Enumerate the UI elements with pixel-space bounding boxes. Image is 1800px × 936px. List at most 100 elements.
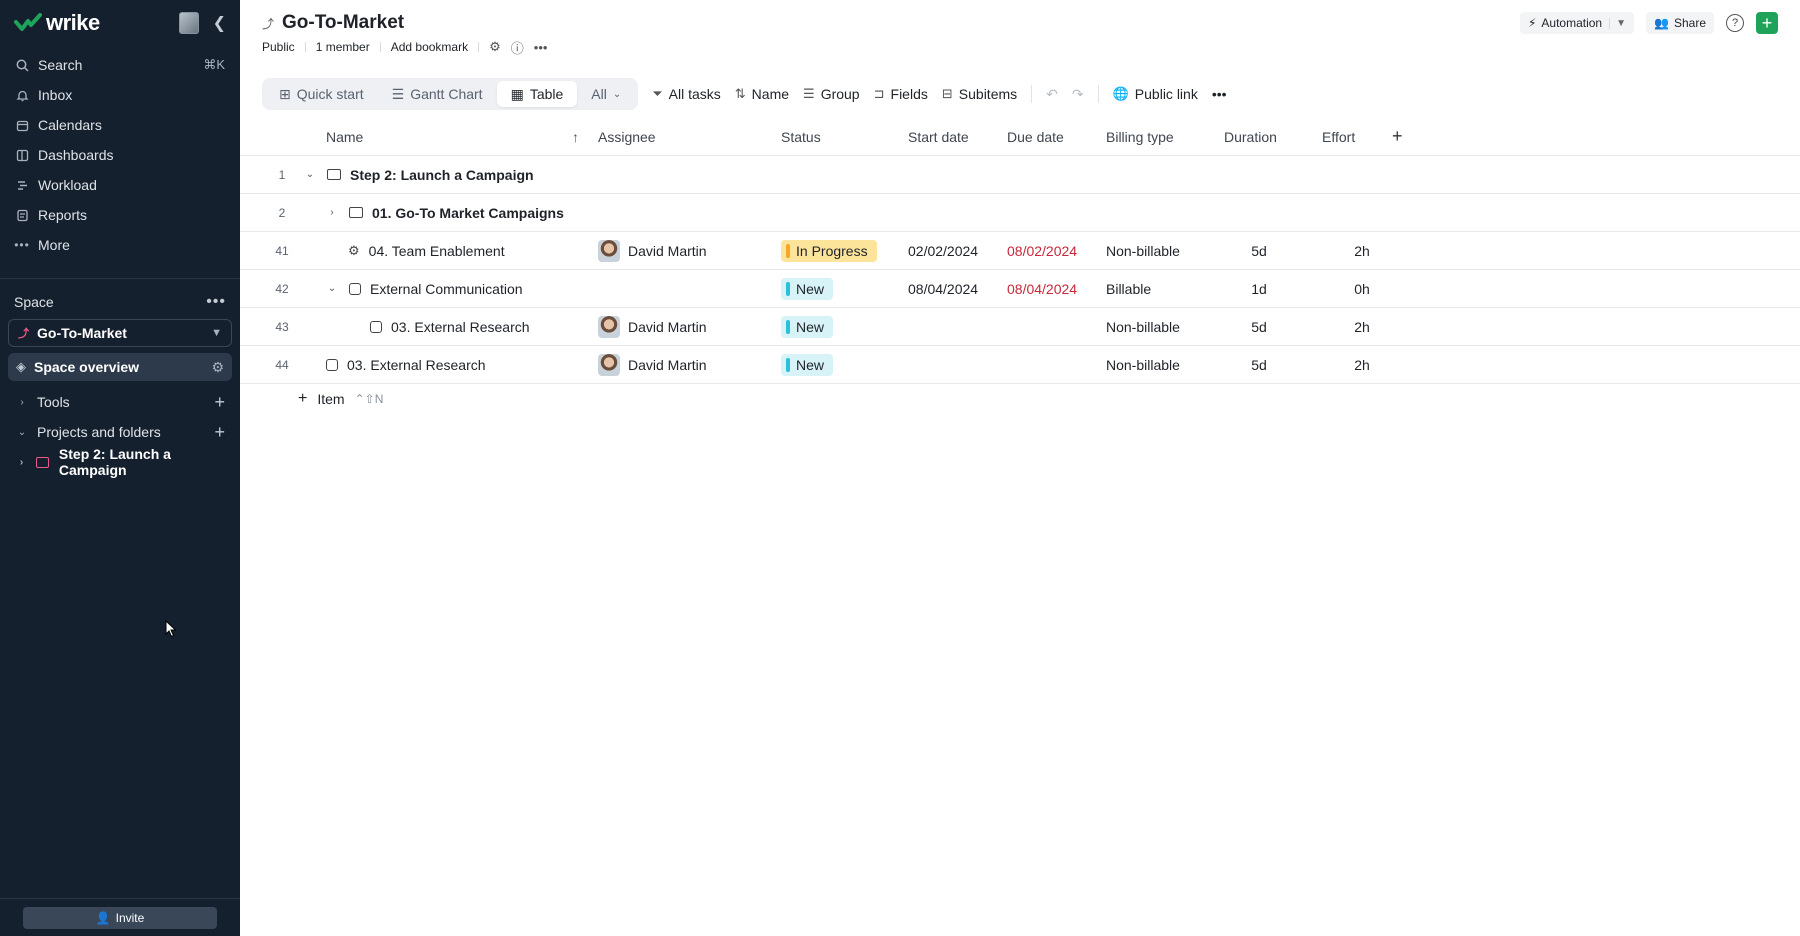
tab-quick-start[interactable]: ⊞ Quick start bbox=[265, 81, 378, 107]
sidebar-item-projects[interactable]: ⌄ Projects and folders + bbox=[0, 417, 240, 447]
assignee-cell[interactable]: David Martin bbox=[598, 239, 707, 262]
add-bookmark-link[interactable]: Add bookmark bbox=[391, 40, 468, 54]
effort-cell[interactable]: 2h bbox=[1322, 319, 1402, 335]
due-date-cell[interactable]: 08/04/2024 bbox=[1007, 281, 1077, 297]
status-cell[interactable]: In Progress bbox=[781, 239, 877, 262]
table-row[interactable]: 41 ⚙ 04. Team Enablement David Martin In… bbox=[240, 232, 1800, 270]
add-column-icon[interactable]: + bbox=[1392, 126, 1403, 147]
chevron-down-icon[interactable]: ⌄ bbox=[302, 169, 318, 180]
due-date-cell[interactable]: 08/02/2024 bbox=[1007, 243, 1077, 259]
billing-type-cell[interactable]: Billable bbox=[1106, 281, 1151, 297]
status-cell[interactable]: New bbox=[781, 353, 834, 376]
members-label[interactable]: 1 member bbox=[316, 40, 370, 54]
duration-cell[interactable]: 1d bbox=[1224, 281, 1294, 297]
column-header-assignee[interactable]: Assignee bbox=[598, 129, 656, 145]
automation-button[interactable]: ⚡ Automation ▼ bbox=[1519, 12, 1635, 34]
sidebar-item-search[interactable]: Search ⌘K bbox=[0, 50, 240, 80]
column-header-effort[interactable]: Effort bbox=[1322, 129, 1402, 145]
column-header-billing-type[interactable]: Billing type bbox=[1106, 129, 1174, 145]
duration-cell[interactable]: 5d bbox=[1224, 357, 1294, 373]
avatar bbox=[598, 353, 620, 376]
row-name[interactable]: External Communication bbox=[370, 281, 523, 297]
page-title: Go-To-Market bbox=[282, 12, 405, 33]
billing-type-cell[interactable]: Non-billable bbox=[1106, 243, 1180, 259]
table-row[interactable]: 43 03. External Research David Martin Ne… bbox=[240, 308, 1800, 346]
add-project-icon[interactable]: + bbox=[214, 422, 225, 443]
add-item-button[interactable]: + Item ⌃⇧N bbox=[298, 390, 383, 408]
effort-cell[interactable]: 0h bbox=[1322, 281, 1402, 297]
table-row[interactable]: 42 ⌄ External Communication New 08/04/20… bbox=[240, 270, 1800, 308]
undo-icon[interactable]: ↶ bbox=[1046, 86, 1058, 103]
sort-ascending-icon[interactable]: ↑ bbox=[572, 129, 579, 145]
chevron-down-icon[interactable]: ⌄ bbox=[324, 283, 340, 294]
column-header-duration[interactable]: Duration bbox=[1224, 129, 1294, 145]
fields-button[interactable]: ⊐ Fields bbox=[874, 86, 928, 102]
status-cell[interactable]: New bbox=[781, 277, 834, 300]
user-avatar[interactable] bbox=[178, 12, 199, 34]
row-name[interactable]: 01. Go-To Market Campaigns bbox=[372, 205, 564, 221]
column-header-name[interactable]: Name bbox=[326, 129, 363, 145]
sidebar-item-calendars[interactable]: Calendars bbox=[0, 110, 240, 140]
gear-icon[interactable]: ⚙ bbox=[211, 359, 224, 376]
add-tool-icon[interactable]: + bbox=[214, 392, 225, 413]
column-header-start-date[interactable]: Start date bbox=[908, 129, 969, 145]
column-header-status[interactable]: Status bbox=[781, 129, 821, 145]
visibility-label[interactable]: Public bbox=[262, 40, 295, 54]
start-date-cell[interactable]: 02/02/2024 bbox=[908, 243, 978, 259]
collapse-sidebar-icon[interactable]: ❮ bbox=[213, 13, 226, 33]
more-options-icon[interactable]: ••• bbox=[534, 40, 548, 55]
group-button[interactable]: ☰ Group bbox=[803, 86, 860, 102]
column-header-due-date[interactable]: Due date bbox=[1007, 129, 1064, 145]
row-name-cell: › 01. Go-To Market Campaigns bbox=[324, 205, 564, 221]
assignee-cell[interactable]: David Martin bbox=[598, 315, 707, 338]
redo-icon[interactable]: ↷ bbox=[1072, 86, 1084, 103]
row-name[interactable]: 03. External Research bbox=[391, 319, 530, 335]
sidebar-item-workload[interactable]: Workload bbox=[0, 170, 240, 200]
share-button[interactable]: 👥 Share bbox=[1646, 12, 1714, 34]
duration-cell[interactable]: 5d bbox=[1224, 319, 1294, 335]
assignee-cell[interactable]: David Martin bbox=[598, 353, 707, 376]
space-selector[interactable]: ⤴ Go-To-Market ▼ bbox=[8, 319, 232, 347]
sidebar-item-inbox[interactable]: Inbox bbox=[0, 80, 240, 110]
sidebar-item-label: More bbox=[38, 237, 70, 253]
status-cell[interactable]: New bbox=[781, 315, 834, 338]
row-name[interactable]: 03. External Research bbox=[347, 357, 486, 373]
billing-type-cell[interactable]: Non-billable bbox=[1106, 357, 1180, 373]
sidebar-item-more[interactable]: ••• More bbox=[0, 230, 240, 260]
row-name[interactable]: 04. Team Enablement bbox=[369, 243, 505, 259]
more-options-icon[interactable]: ••• bbox=[1212, 86, 1227, 102]
sidebar-item-project[interactable]: › Step 2: Launch a Campaign bbox=[0, 446, 240, 478]
table-row[interactable]: 2 › 01. Go-To Market Campaigns bbox=[240, 194, 1800, 232]
row-name[interactable]: Step 2: Launch a Campaign bbox=[350, 167, 534, 183]
sidebar-item-tools[interactable]: › Tools + bbox=[0, 387, 240, 417]
effort-cell[interactable]: 2h bbox=[1322, 357, 1402, 373]
start-date-cell[interactable]: 08/04/2024 bbox=[908, 281, 978, 297]
scope-dropdown[interactable]: All ⌄ bbox=[577, 81, 635, 107]
quick-start-icon: ⊞ bbox=[279, 85, 291, 102]
sidebar-item-dashboards[interactable]: Dashboards bbox=[0, 140, 240, 170]
sort-button[interactable]: ⇅ Name bbox=[735, 86, 789, 102]
wrike-logo[interactable]: wrike bbox=[14, 10, 100, 36]
filter-button[interactable]: ⏷ All tasks bbox=[652, 86, 721, 102]
tab-table[interactable]: ▦ Table bbox=[496, 81, 578, 107]
create-new-button[interactable]: + bbox=[1756, 12, 1778, 34]
sidebar-item-space-overview[interactable]: ◈ Space overview ⚙ bbox=[8, 353, 232, 381]
sidebar-item-reports[interactable]: Reports bbox=[0, 200, 240, 230]
table-row[interactable]: 44 03. External Research David Martin Ne… bbox=[240, 346, 1800, 384]
table-icon: ▦ bbox=[510, 85, 524, 102]
help-icon[interactable]: ? bbox=[1726, 14, 1744, 32]
chevron-right-icon[interactable]: › bbox=[324, 207, 340, 218]
duration-cell[interactable]: 5d bbox=[1224, 243, 1294, 259]
chevron-down-icon[interactable]: ▼ bbox=[1609, 17, 1626, 29]
effort-cell[interactable]: 2h bbox=[1322, 243, 1402, 259]
billing-type-cell[interactable]: Non-billable bbox=[1106, 319, 1180, 335]
info-icon[interactable]: ⓘ bbox=[511, 38, 524, 57]
invite-button[interactable]: 👤 Invite bbox=[23, 906, 217, 929]
space-options-icon[interactable]: ••• bbox=[206, 293, 226, 311]
public-link-button[interactable]: 🌐 Public link bbox=[1113, 86, 1198, 102]
gear-icon[interactable]: ⚙ bbox=[489, 39, 501, 55]
subitems-button[interactable]: ⊟ Subitems bbox=[942, 86, 1017, 102]
table-row[interactable]: 1 ⌄ Step 2: Launch a Campaign bbox=[240, 156, 1800, 194]
tab-gantt-chart[interactable]: ☰ Gantt Chart bbox=[378, 81, 497, 107]
space-heading-row: Space ••• bbox=[0, 289, 240, 315]
